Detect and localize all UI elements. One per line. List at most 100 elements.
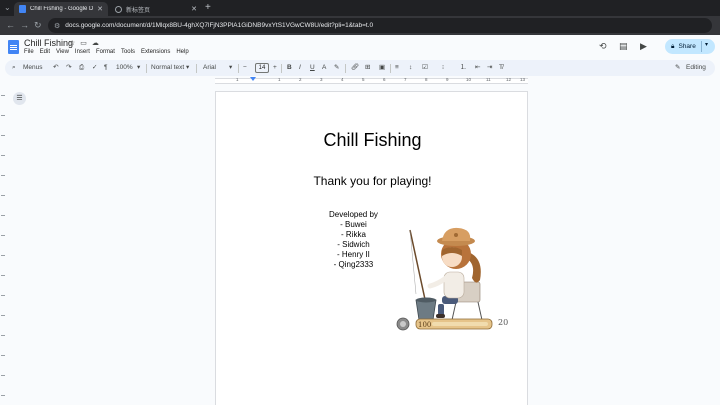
italic-icon[interactable]: I [299,60,301,76]
menu-view[interactable]: View [56,49,69,55]
version-history-icon[interactable]: ⟲ [599,41,607,51]
comments-icon[interactable]: ▤ [619,41,628,51]
star-icon[interactable]: ☆ [69,39,75,47]
ruler-number: 12 [506,77,512,82]
share-button[interactable]: 🔒︎ Share ▾ [665,39,715,54]
decrease-indent-icon[interactable]: ⇤ [475,60,480,76]
underline-icon[interactable]: U [310,60,315,76]
paint-format-icon[interactable]: ¶ [104,60,108,76]
clear-formatting-icon[interactable]: T̸ [499,60,503,76]
horizontal-ruler[interactable]: 1 1 2 3 4 5 6 7 8 9 10 11 12 13 [0,77,720,85]
docs-logo-icon[interactable] [8,40,19,54]
credits-line: Developed by [329,210,378,219]
docs-header: Chill Fishing ☆ ▭ ☁ File Edit View Inser… [0,35,720,60]
ruler-number: 9 [446,77,449,82]
credits-line: - Rikka [341,230,366,239]
decrease-font-size-icon[interactable]: − [243,60,247,76]
doc-subheading: Thank you for playing! [313,174,432,188]
credits-line: - Qing2333 [333,260,374,269]
style-select[interactable]: Normal text [151,60,184,76]
print-icon[interactable]: ⎙ [79,60,84,76]
undo-icon[interactable]: ↶ [53,60,58,76]
meet-icon[interactable]: ▶ [640,41,647,51]
url-text: docs.google.com/document/d/1Mlqx8BU-4ghX… [65,22,374,29]
ruler-number: 13 [520,77,526,82]
browser-toolbar: ← → ↻ ⚙ docs.google.com/document/d/1Mlqx… [0,16,720,35]
insert-link-icon[interactable]: 🔗︎ [351,60,359,76]
ruler-number: 2 [299,77,302,82]
address-bar[interactable]: ⚙ docs.google.com/document/d/1Mlqx8BU-4g… [48,18,712,33]
add-comment-icon[interactable]: ⊞ [365,60,370,76]
redo-icon[interactable]: ↷ [66,60,71,76]
close-tab-icon[interactable]: ✕ [97,5,103,13]
menu-file[interactable]: File [24,49,34,55]
globe-icon [115,5,122,13]
bold-icon[interactable]: B [287,60,292,76]
menu-extensions[interactable]: Extensions [141,49,170,55]
spellcheck-icon[interactable]: ✓ [92,60,97,76]
menu-format[interactable]: Format [96,49,115,55]
reload-icon[interactable]: ↻ [34,19,42,31]
font-select[interactable]: Arial [203,60,216,76]
browser-tab-strip: ⌄ Chill Fishing - Google Docs ✕ 新标签页 ✕ + [0,0,720,16]
ruler-number: 1 [278,77,281,82]
zoom-select[interactable]: 100% [116,60,133,76]
move-folder-icon[interactable]: ▭ [80,39,87,47]
menu-edit[interactable]: Edit [40,49,50,55]
text-color-icon[interactable]: A [322,60,326,76]
ruler-number: 7 [404,77,407,82]
editing-mode-button[interactable]: Editing [686,60,706,76]
new-tab-icon[interactable]: + [205,2,211,14]
align-icon[interactable]: ≡ [395,60,399,76]
indent-marker[interactable] [250,77,256,81]
share-dropdown-icon[interactable]: ▾ [705,41,708,48]
credits-line: - Buwei [340,220,367,229]
forward-icon[interactable]: → [20,19,29,31]
tab-title: Chill Fishing - Google Docs [30,6,94,12]
menu-tools[interactable]: Tools [121,49,135,55]
ruler-number: 5 [362,77,365,82]
search-menus-button[interactable]: Menus [23,60,43,76]
lock-icon: 🔒︎ [671,42,675,50]
site-info-icon[interactable]: ⚙ [54,22,60,30]
increase-font-size-icon[interactable]: + [273,60,277,76]
close-tab-icon[interactable]: ✕ [191,5,197,13]
insert-image-icon[interactable]: ▣ [379,60,385,76]
editing-mode-icon[interactable]: ✎ [675,60,680,76]
tab-chill-fishing[interactable]: Chill Fishing - Google Docs ✕ [14,2,108,16]
line-spacing-icon[interactable]: ↕ [409,60,412,76]
increase-indent-icon[interactable]: ⇥ [487,60,492,76]
ruler-number: 3 [320,77,323,82]
menu-help[interactable]: Help [176,49,188,55]
ruler-number: 4 [341,77,344,82]
ruler-number: 10 [466,77,472,82]
back-icon[interactable]: ← [6,19,15,31]
chevron-down-icon: ▾ [186,64,190,71]
tab-title: 新标签页 [126,7,151,14]
ruler-number: 1 [236,77,239,82]
cloud-status-icon[interactable]: ☁ [92,39,99,47]
credits-line: - Sidwich [337,240,370,249]
bulleted-list-icon[interactable]: ⁝ [442,60,444,76]
document-page[interactable]: Chill Fishing Thank you for playing! Dev… [215,91,528,405]
credits-line: - Henry II [337,250,370,259]
menu-insert[interactable]: Insert [75,49,90,55]
doc-heading: Chill Fishing [323,130,422,150]
hud-level: 100 [418,321,431,329]
chevron-down-icon: ▾ [229,64,233,71]
highlight-icon[interactable]: ✎ [334,60,339,76]
chevron-down-icon: ▾ [137,64,141,71]
tab-search-icon[interactable]: ⌄ [4,3,11,12]
checklist-icon[interactable]: ☑ [422,60,428,76]
search-menus-icon[interactable]: ⌕ [12,60,16,76]
share-label: Share [678,43,696,50]
document-outline-icon[interactable]: ☰ [13,92,26,105]
font-size-input[interactable]: 14 [255,63,269,73]
numbered-list-icon[interactable]: ⒈ [460,60,467,76]
tab-new-tab[interactable]: 新标签页 ✕ [110,2,202,16]
hud-count: 20 [498,318,509,327]
document-title[interactable]: Chill Fishing [24,38,73,48]
credits-list: Developed by - Buwei - Rikka - Sidwich -… [329,210,378,270]
vertical-ruler[interactable] [0,85,6,405]
ruler-number: 6 [383,77,386,82]
